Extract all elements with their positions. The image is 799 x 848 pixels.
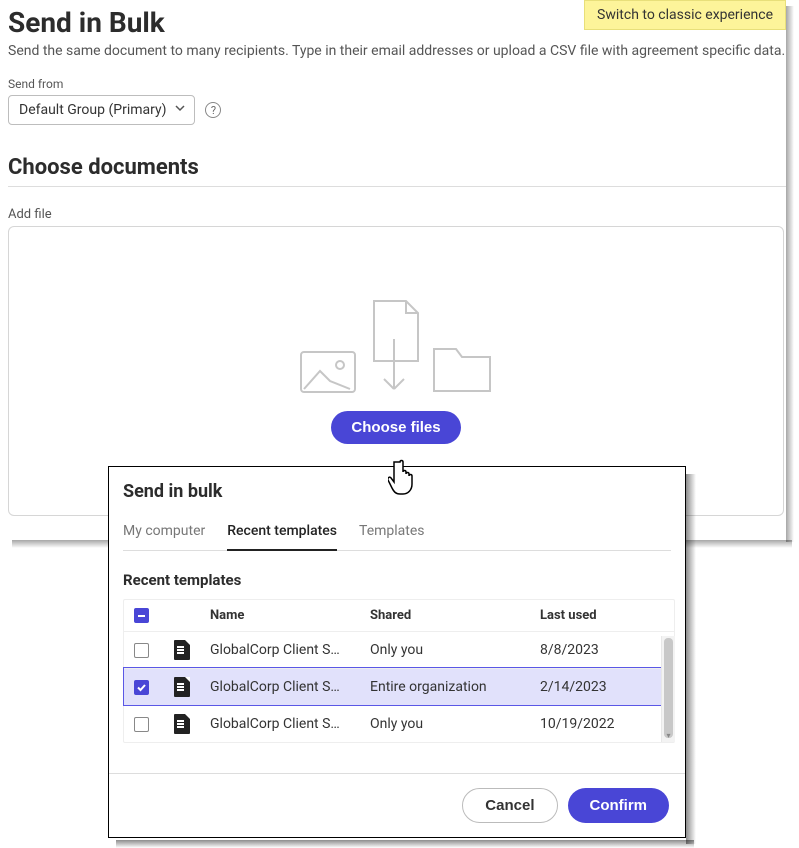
tab-my-computer[interactable]: My computer <box>123 517 205 551</box>
col-last-used[interactable]: Last used <box>540 608 664 623</box>
row-checkbox[interactable] <box>134 717 149 732</box>
send-from-select[interactable]: Default Group (Primary) <box>8 95 195 125</box>
tab-recent-templates[interactable]: Recent templates <box>227 517 337 551</box>
table-row[interactable]: GlobalCorp Client S… Entire organization… <box>124 668 674 705</box>
col-shared[interactable]: Shared <box>370 608 540 623</box>
panel-shadow <box>786 6 794 542</box>
dialog-footer: Cancel Confirm <box>109 773 685 837</box>
document-icon <box>174 714 190 734</box>
row-last-used: 8/8/2023 <box>540 642 664 658</box>
confirm-button[interactable]: Confirm <box>568 788 670 823</box>
row-name: GlobalCorp Client S… <box>210 642 370 658</box>
table-row[interactable]: GlobalCorp Client S… Only you 10/19/2022 <box>124 705 674 742</box>
row-checkbox[interactable] <box>134 643 149 658</box>
row-shared: Entire organization <box>370 679 540 695</box>
select-all-checkbox[interactable] <box>134 608 149 623</box>
document-icon <box>174 640 190 660</box>
dialog-body-title: Recent templates <box>123 571 675 589</box>
send-from-selected: Default Group (Primary) <box>19 102 166 118</box>
row-name: GlobalCorp Client S… <box>210 716 370 732</box>
help-icon[interactable]: ? <box>205 102 221 118</box>
scrollbar-down-icon[interactable]: ▾ <box>664 731 673 740</box>
add-file-label: Add file <box>8 207 786 222</box>
dialog-title: Send in bulk <box>123 481 671 502</box>
table-header: Name Shared Last used <box>124 600 674 631</box>
dialog-shadow <box>686 474 696 844</box>
page-subtitle: Send the same document to many recipient… <box>8 43 786 59</box>
dropzone-illustration <box>300 299 492 393</box>
col-name[interactable]: Name <box>210 608 370 623</box>
template-table: Name Shared Last used GlobalCorp Client … <box>123 599 675 743</box>
dialog-tabs: My computer Recent templates Templates <box>123 516 671 551</box>
file-download-icon <box>366 299 422 393</box>
row-name: GlobalCorp Client S… <box>210 679 370 695</box>
scrollbar-thumb[interactable] <box>664 638 673 738</box>
row-last-used: 10/19/2022 <box>540 716 664 732</box>
table-row[interactable]: GlobalCorp Client S… Only you 8/8/2023 <box>124 631 674 668</box>
tab-templates[interactable]: Templates <box>359 517 425 551</box>
cancel-button[interactable]: Cancel <box>462 788 557 823</box>
image-icon <box>300 351 356 393</box>
file-picker-dialog: Send in bulk My computer Recent template… <box>108 466 686 838</box>
choose-files-button[interactable]: Choose files <box>331 411 460 444</box>
classic-experience-link[interactable]: Switch to classic experience <box>584 0 786 30</box>
row-shared: Only you <box>370 716 540 732</box>
send-from-label: Send from <box>8 77 786 91</box>
row-last-used: 2/14/2023 <box>540 679 664 695</box>
chevron-down-icon <box>174 102 186 118</box>
dialog-shadow <box>116 840 694 848</box>
folder-icon <box>432 347 492 393</box>
scrollbar[interactable]: ▾ <box>661 636 675 742</box>
document-icon <box>174 677 190 697</box>
page-panel: Switch to classic experience Send in Bul… <box>6 0 786 540</box>
choose-documents-heading: Choose documents <box>8 155 786 187</box>
row-shared: Only you <box>370 642 540 658</box>
row-checkbox[interactable] <box>134 680 149 695</box>
